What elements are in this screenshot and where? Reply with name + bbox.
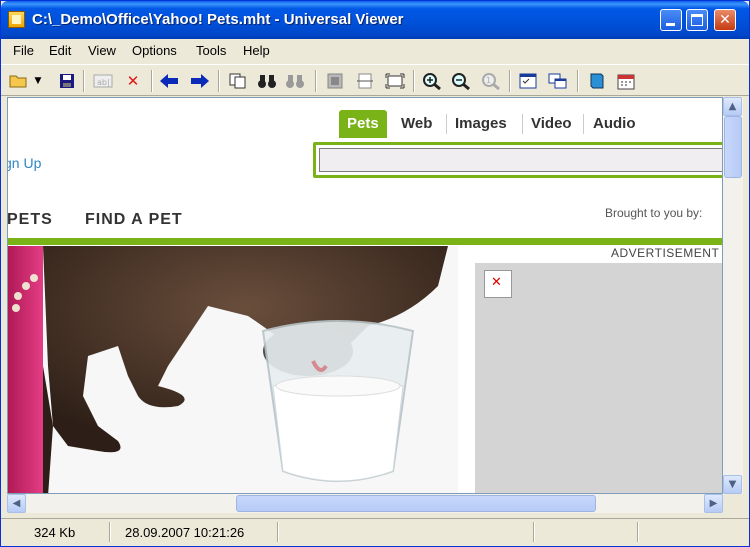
maximize-button[interactable] [686,9,708,31]
scroll-right-button[interactable]: ▶ [704,494,723,513]
app-icon [8,11,25,28]
fit-width-icon[interactable] [354,70,376,92]
status-bar: 324 Kb 28.09.2007 10:21:26 [1,518,749,546]
status-divider [109,522,111,542]
search-input[interactable] [319,148,722,172]
zoom-out-icon[interactable] [450,70,472,92]
tab-divider [583,114,584,134]
menu-edit[interactable]: Edit [49,43,71,58]
menu-tools[interactable]: Tools [196,43,226,58]
status-divider [637,522,639,542]
file-date-status: 28.09.2007 10:21:26 [125,525,245,540]
toolbar-separator [218,70,220,92]
toolbar-separator [151,70,153,92]
tab-audio[interactable]: Audio [593,110,636,138]
menu-view[interactable]: View [88,43,116,58]
tab-video[interactable]: Video [531,110,572,138]
window-title: C:\_Demo\Office\Yahoo! Pets.mht - Univer… [32,11,404,28]
maximize-icon [691,14,703,26]
close-red-x-icon[interactable]: ✕ [122,70,144,92]
forward-arrow-icon[interactable] [189,70,211,92]
tab-images[interactable]: Images [455,110,507,138]
fit-page-icon[interactable] [324,70,346,92]
toolbar-separator [315,70,317,92]
green-divider [8,238,722,245]
cat-image-illustration [12,246,458,493]
file-size-status: 324 Kb [34,525,76,540]
sign-up-link[interactable]: gn Up [8,155,41,171]
nav-find-a-pet[interactable]: FIND A PET [85,211,183,229]
viewer-window: C:\_Demo\Office\Yahoo! Pets.mht - Univer… [0,0,750,547]
zoom-original-icon[interactable]: 1 [480,70,502,92]
nav-pets[interactable]: PETS [8,211,53,229]
status-divider [533,522,535,542]
title-bar[interactable]: C:\_Demo\Office\Yahoo! Pets.mht - Univer… [1,1,749,39]
zoom-in-icon[interactable] [421,70,443,92]
search-box [313,142,722,178]
find-binoculars-icon[interactable] [256,70,278,92]
toolbar-separator [577,70,579,92]
toolbar-separator [509,70,511,92]
menu-help[interactable]: Help [243,43,270,58]
options-icon[interactable] [517,70,539,92]
advertisement-box [475,263,722,493]
save-icon[interactable] [56,70,78,92]
horizontal-scroll-thumb[interactable] [236,495,596,512]
menu-file[interactable]: File [13,43,34,58]
close-button[interactable]: ✕ [714,9,736,31]
calendar-icon[interactable] [615,70,637,92]
tab-divider [522,114,523,134]
vertical-scroll-thumb[interactable] [724,116,742,178]
edit-text-icon[interactable]: ab| [92,70,114,92]
tab-divider [446,114,447,134]
advertisement-label: ADVERTISEMENT [611,246,720,260]
tab-pets[interactable]: Pets [339,110,387,138]
cat-drinking-milk-photo [8,246,458,493]
tab-web[interactable]: Web [401,110,432,138]
toolbar-separator [413,70,415,92]
svg-text:ab|: ab| [97,78,110,87]
sponsor-label: Brought to you by: [605,206,703,220]
broken-image-icon [484,270,512,298]
minimize-button[interactable] [660,9,682,31]
menu-bar: File Edit View Options Tools Help [1,39,749,63]
scroll-down-button[interactable]: ▼ [723,475,742,494]
svg-text:1: 1 [486,76,491,85]
copy-icon[interactable] [227,70,249,92]
menu-options[interactable]: Options [132,43,177,58]
fit-window-icon[interactable] [384,70,406,92]
document-view[interactable]: Pets Web Images Video Audio gn Up PETS F… [7,97,723,494]
toolbar-separator [83,70,85,92]
windows-icon[interactable] [547,70,569,92]
scroll-up-button[interactable]: ▲ [723,97,742,116]
minimize-icon [666,23,675,26]
status-divider [277,522,279,542]
open-folder-icon[interactable] [8,70,30,92]
scroll-left-button[interactable]: ◀ [7,494,26,513]
close-icon: ✕ [719,12,731,28]
dropdown-arrow-icon[interactable]: ▼ [32,70,44,92]
toolbar: ▼ ab| ✕ 1 [1,64,749,96]
find-next-icon[interactable] [284,70,306,92]
back-arrow-icon[interactable] [158,70,180,92]
book-icon[interactable] [586,70,608,92]
